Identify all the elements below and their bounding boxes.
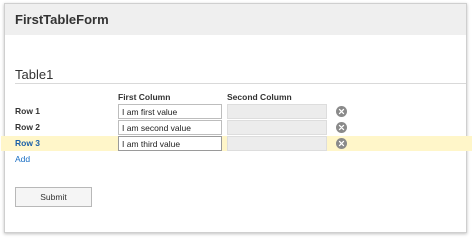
first-column-input[interactable] [118, 136, 222, 151]
first-column-input[interactable] [118, 104, 222, 119]
table-row-selected: Row 3 [1, 136, 472, 151]
remove-row-icon[interactable] [336, 106, 347, 117]
second-column-cell [227, 136, 327, 151]
form-header: FirstTableForm [5, 4, 466, 35]
table-title-divider [15, 83, 466, 84]
remove-row-icon[interactable] [336, 138, 347, 149]
table-row: Row 1 [5, 104, 466, 119]
second-column-cell [227, 120, 327, 135]
submit-button[interactable]: Submit [15, 187, 92, 207]
row-label: Row 2 [15, 122, 41, 132]
table-row: Row 2 [5, 120, 466, 135]
add-row-link[interactable]: Add [15, 154, 30, 164]
table-title: Table1 [15, 67, 54, 82]
row-label: Row 1 [15, 106, 41, 116]
row-label: Row 3 [15, 138, 41, 148]
column-header-second: Second Column [227, 92, 292, 102]
column-header-first: First Column [118, 92, 171, 102]
first-column-input[interactable] [118, 120, 222, 135]
second-column-cell [227, 104, 327, 119]
form-panel: FirstTableForm Table1 First Column Secon… [1, 3, 472, 233]
form-title: FirstTableForm [15, 12, 109, 27]
remove-row-icon[interactable] [336, 122, 347, 133]
